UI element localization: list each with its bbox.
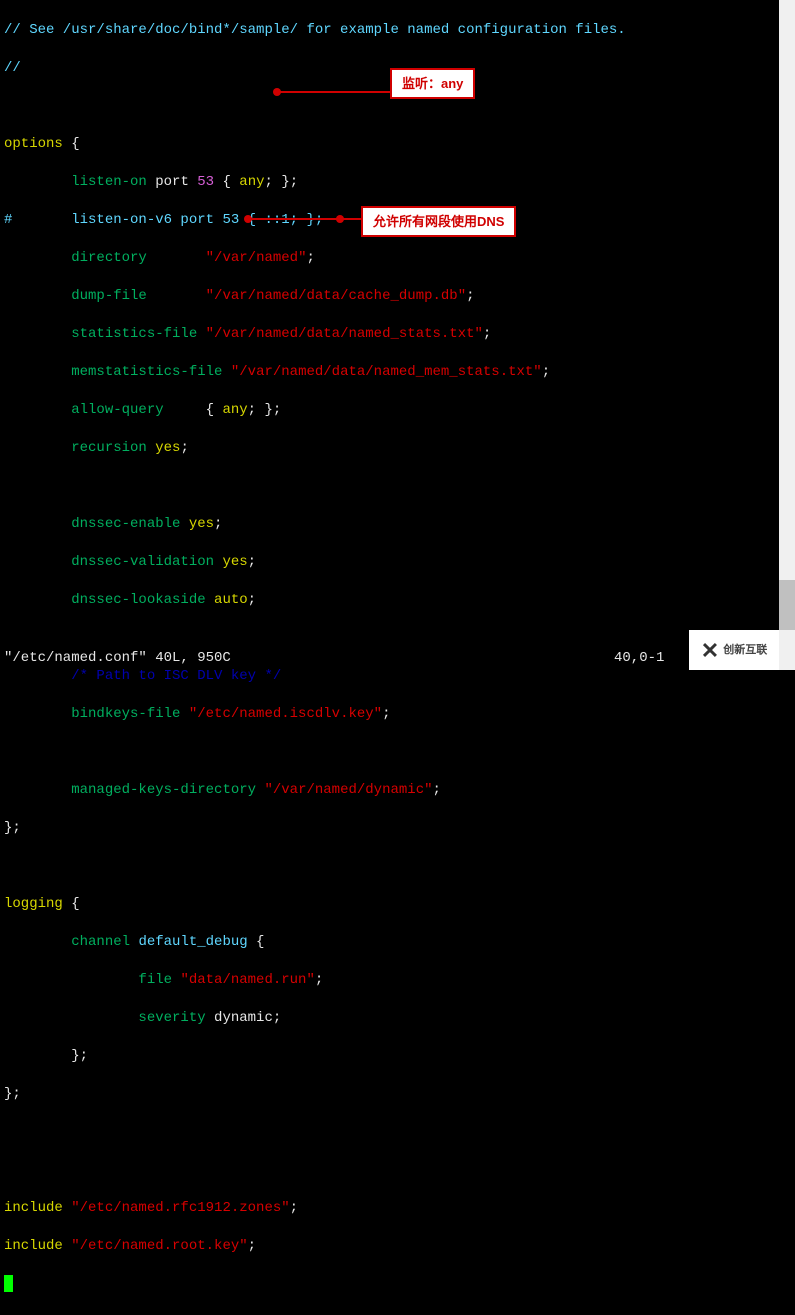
keyword: dnssec-lookaside	[71, 592, 205, 608]
keyword: channel	[71, 934, 130, 950]
keyword: file	[138, 972, 172, 988]
string: "/var/named/dynamic"	[264, 782, 432, 798]
comment-line: // See /usr/share/doc/bind*/sample/ for …	[4, 22, 626, 38]
keyword: managed-keys-directory	[71, 782, 256, 798]
string: "/var/named/data/named_mem_stats.txt"	[231, 364, 542, 380]
vim-status-bar: "/etc/named.conf" 40L, 950C 40,0-1	[4, 649, 775, 668]
logo-icon: ✕	[701, 641, 719, 660]
annotation-listen: 监听：any	[390, 68, 475, 99]
string: "data/named.run"	[180, 972, 314, 988]
keyword: severity	[138, 1010, 205, 1026]
brace: };	[4, 1048, 88, 1064]
string: "/var/named/data/named_stats.txt"	[206, 326, 483, 342]
watermark-logo: ✕ 创新互联	[689, 630, 779, 670]
annotation-line	[248, 218, 361, 220]
keyword: directory	[71, 250, 147, 266]
annotation-dot	[336, 215, 344, 223]
comment-line: //	[4, 60, 21, 76]
scrollbar-thumb[interactable]	[779, 580, 795, 630]
comment: /* Path to ISC DLV key */	[71, 668, 281, 684]
keyword: allow-query	[71, 402, 163, 418]
keyword: dnssec-enable	[71, 516, 180, 532]
annotation-allow: 允许所有网段使用DNS	[361, 206, 516, 237]
keyword: dump-file	[71, 288, 147, 304]
keyword: statistics-file	[71, 326, 197, 342]
string: "/etc/named.root.key"	[71, 1238, 247, 1254]
cursor	[4, 1275, 13, 1292]
keyword: include	[4, 1200, 63, 1216]
status-file: "/etc/named.conf" 40L, 950C	[4, 650, 231, 666]
watermark-text: 创新互联	[723, 645, 767, 656]
brace: };	[4, 1086, 21, 1102]
annotation-line	[277, 91, 390, 93]
string: "/etc/named.iscdlv.key"	[189, 706, 382, 722]
brace: };	[4, 820, 21, 836]
keyword: bindkeys-file	[71, 706, 180, 722]
string: "/var/named"	[206, 250, 307, 266]
scrollbar[interactable]	[779, 0, 795, 670]
keyword: options	[4, 136, 63, 152]
status-position: 40,0-1	[614, 649, 664, 668]
string: "/var/named/data/cache_dump.db"	[206, 288, 466, 304]
keyword: listen-on	[71, 174, 147, 190]
keyword: dnssec-validation	[71, 554, 214, 570]
keyword: include	[4, 1238, 63, 1254]
string: "/etc/named.rfc1912.zones"	[71, 1200, 289, 1216]
keyword: recursion	[71, 440, 147, 456]
keyword: logging	[4, 896, 63, 912]
number: 53	[197, 174, 214, 190]
keyword: memstatistics-file	[71, 364, 222, 380]
